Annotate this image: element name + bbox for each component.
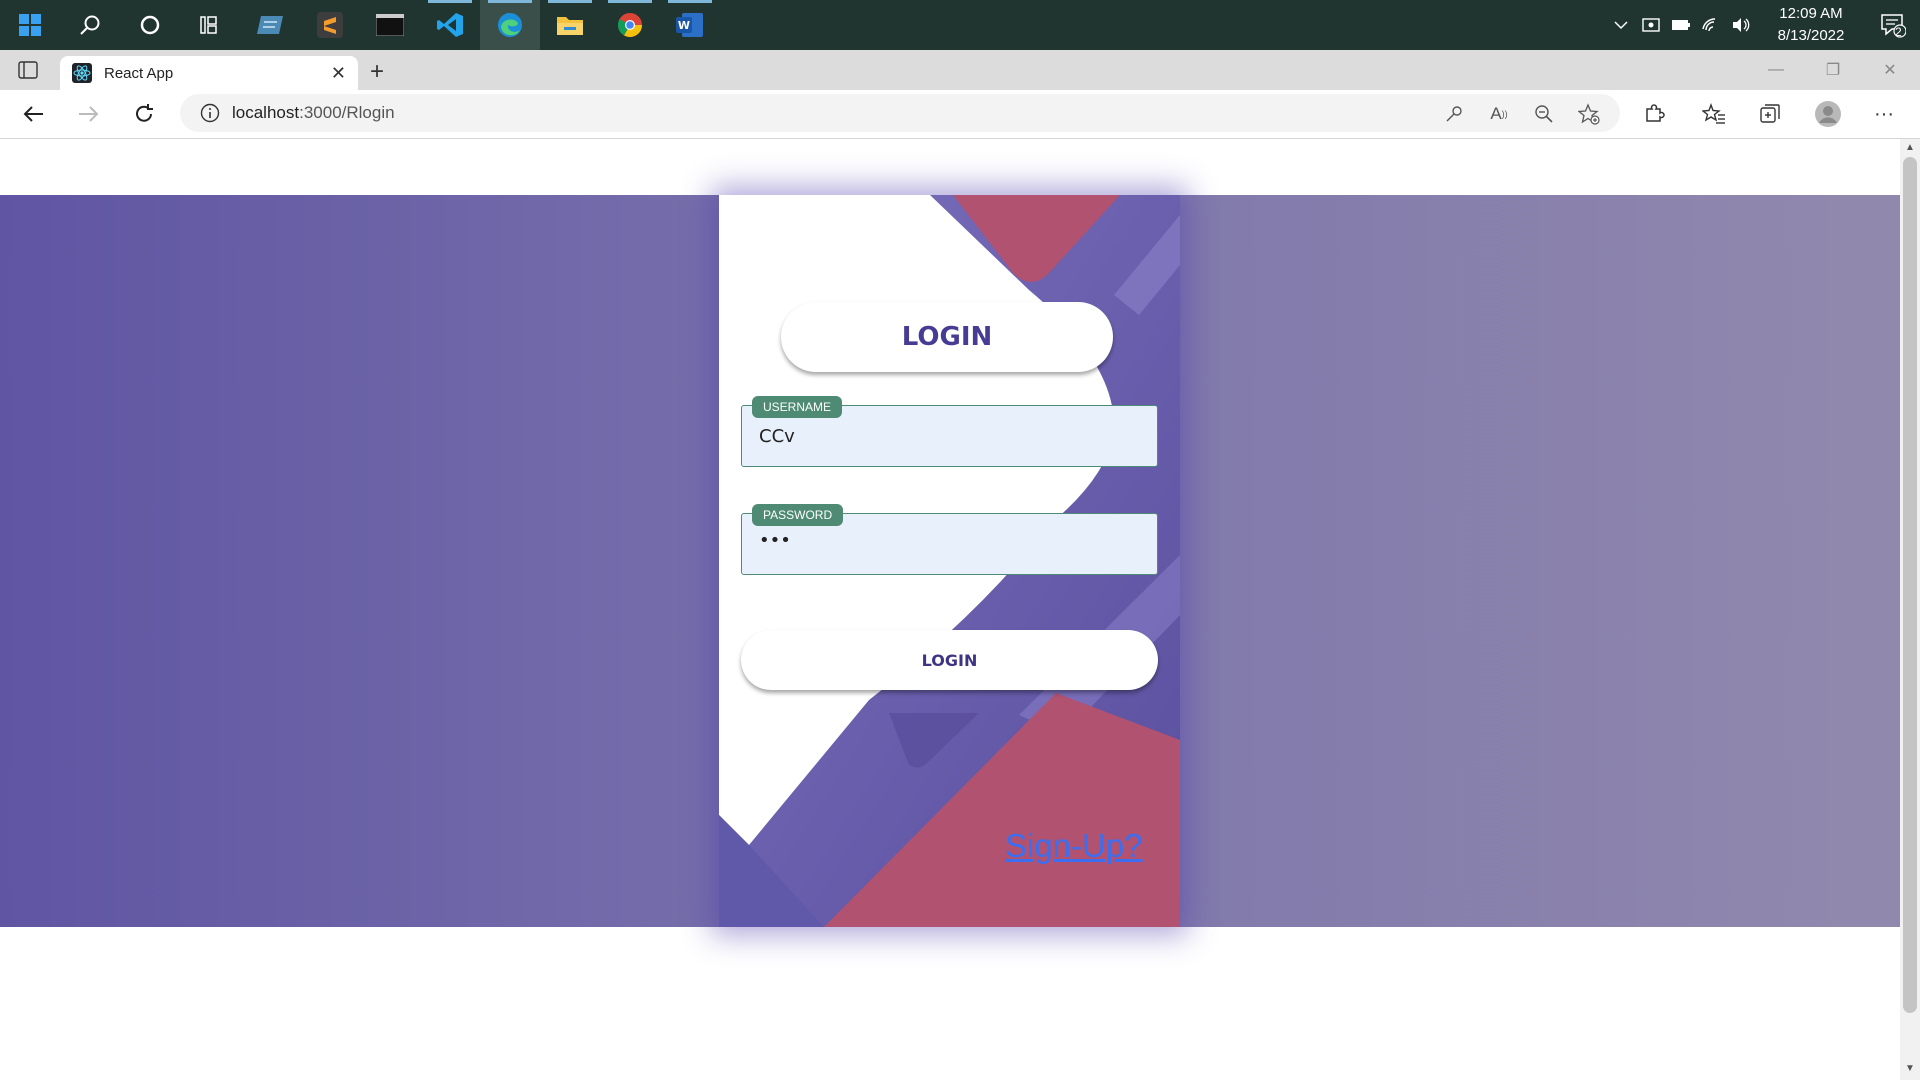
read-aloud-icon[interactable]: A)) <box>1483 98 1515 130</box>
extensions-icon[interactable] <box>1638 98 1670 130</box>
close-window-icon[interactable]: ✕ <box>1862 50 1918 90</box>
url-text: localhost:3000/Rlogin <box>232 103 395 123</box>
signup-link[interactable]: Sign-Up? <box>1005 827 1143 865</box>
site-info-icon[interactable] <box>200 103 220 123</box>
browser-tab[interactable]: React App ✕ <box>60 56 358 90</box>
sublime-text-icon[interactable] <box>300 0 360 50</box>
word-icon[interactable]: W <box>660 0 720 50</box>
notification-center-icon[interactable]: 2 <box>1866 0 1920 50</box>
password-key-icon[interactable] <box>1438 98 1470 130</box>
security-icon[interactable] <box>1636 0 1666 50</box>
browser-toolbar: localhost:3000/Rlogin A)) ··· <box>0 90 1920 139</box>
back-icon[interactable] <box>18 98 50 130</box>
file-explorer-icon[interactable] <box>540 0 600 50</box>
password-field[interactable]: PASSWORD ••• <box>741 504 1158 575</box>
add-favorite-icon[interactable] <box>1573 98 1605 130</box>
profile-avatar-icon[interactable] <box>1812 98 1844 130</box>
zoom-out-icon[interactable] <box>1528 98 1560 130</box>
password-label: PASSWORD <box>752 504 844 526</box>
clock-date: 8/13/2022 <box>1777 27 1845 44</box>
refresh-icon[interactable] <box>128 98 160 130</box>
scroll-thumb[interactable] <box>1903 157 1917 1013</box>
collections-icon[interactable] <box>1754 98 1786 130</box>
minimize-icon[interactable]: — <box>1748 50 1804 90</box>
restore-icon[interactable]: ❐ <box>1805 50 1861 90</box>
start-icon[interactable] <box>0 0 60 50</box>
search-icon[interactable] <box>60 0 120 50</box>
username-label: USERNAME <box>752 396 843 418</box>
battery-icon[interactable] <box>1666 0 1696 50</box>
scroll-up-icon[interactable]: ▲ <box>1904 142 1916 154</box>
cortana-icon[interactable] <box>120 0 180 50</box>
url-path: :3000/Rlogin <box>299 103 395 122</box>
wifi-icon[interactable] <box>1696 0 1726 50</box>
username-input[interactable]: CCv <box>759 426 795 447</box>
terminal-icon[interactable] <box>360 0 420 50</box>
edge-icon[interactable] <box>480 0 540 50</box>
react-logo-icon <box>72 63 92 83</box>
page-viewport: LOGIN USERNAME CCv PASSWORD ••• LOGIN Si… <box>0 139 1900 1080</box>
vscode-icon[interactable] <box>420 0 480 50</box>
username-field[interactable]: USERNAME CCv <box>741 396 1158 467</box>
new-tab-icon[interactable]: + <box>370 58 384 86</box>
browser-tab-strip: React App ✕ + — ❐ ✕ <box>0 50 1920 90</box>
favorites-icon[interactable] <box>1698 98 1730 130</box>
tab-title: React App <box>104 64 174 82</box>
scroll-down-icon[interactable]: ▼ <box>1904 1063 1916 1075</box>
login-title: LOGIN <box>781 302 1113 372</box>
task-view-icon[interactable] <box>180 0 240 50</box>
notification-count: 2 <box>1895 25 1902 39</box>
chevron-up-icon[interactable] <box>1606 0 1636 50</box>
password-input[interactable]: ••• <box>759 530 791 551</box>
tab-actions-icon[interactable] <box>18 61 38 84</box>
more-options-icon[interactable]: ··· <box>1868 98 1900 130</box>
url-host: localhost <box>232 103 300 122</box>
page-scrollbar[interactable]: ▲ ▼ <box>1900 139 1920 1080</box>
svg-text:W: W <box>678 19 690 32</box>
close-tab-icon[interactable]: ✕ <box>331 63 346 84</box>
forward-icon[interactable] <box>72 98 104 130</box>
clock-time: 12:09 AM <box>1779 5 1843 22</box>
clock[interactable]: 12:09 AM 8/13/2022 <box>1756 3 1866 47</box>
volume-icon[interactable] <box>1726 0 1756 50</box>
app-icon[interactable] <box>240 0 300 50</box>
login-card: LOGIN USERNAME CCv PASSWORD ••• LOGIN Si… <box>719 195 1180 927</box>
login-button[interactable]: LOGIN <box>741 630 1158 690</box>
taskbar: W 12:09 AM 8/13/2022 2 <box>0 0 1920 50</box>
chrome-icon[interactable] <box>600 0 660 50</box>
address-bar[interactable]: localhost:3000/Rlogin <box>180 94 1620 132</box>
